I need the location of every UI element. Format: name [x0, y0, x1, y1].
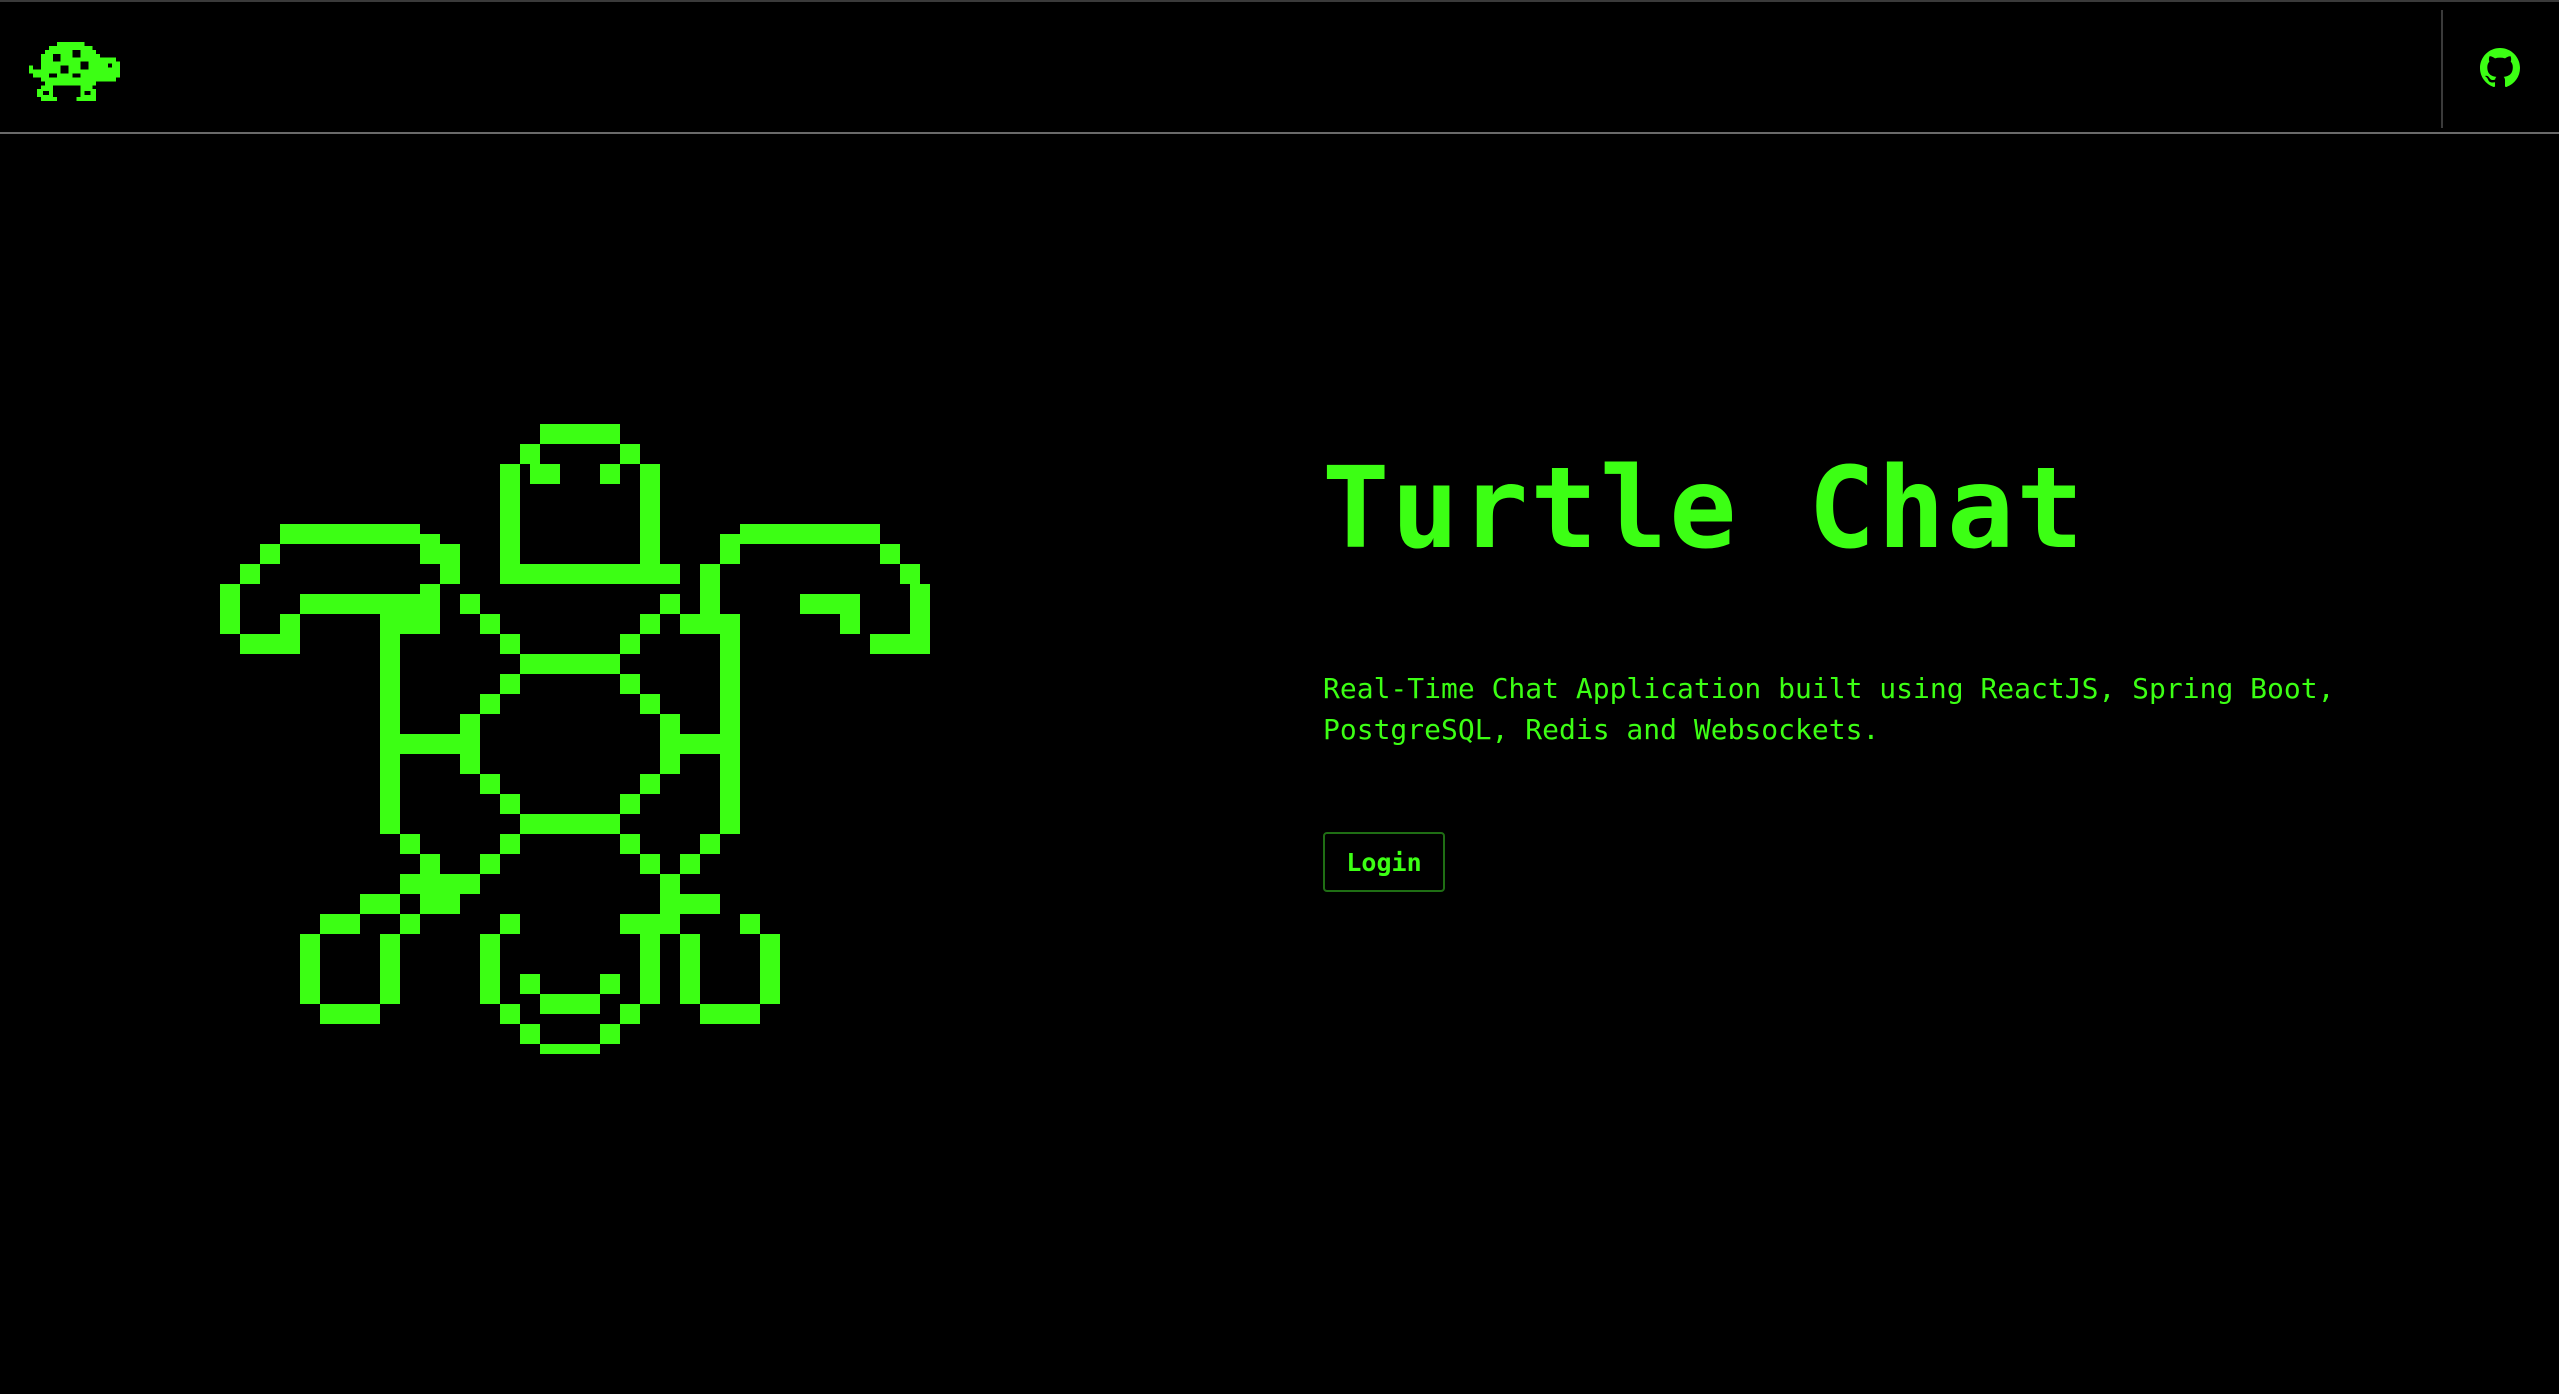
- turtle-logo-icon[interactable]: [29, 38, 124, 105]
- app-description: Real-Time Chat Application built using R…: [1323, 672, 2335, 746]
- top-navbar: [0, 0, 2559, 134]
- github-icon: [2480, 48, 2520, 88]
- github-link[interactable]: [2480, 48, 2520, 88]
- page-title: Turtle Chat: [1322, 444, 2086, 574]
- navbar-divider: [2441, 10, 2443, 128]
- pixel-turtle-illustration: [220, 424, 930, 1054]
- login-button[interactable]: Login: [1323, 832, 1445, 892]
